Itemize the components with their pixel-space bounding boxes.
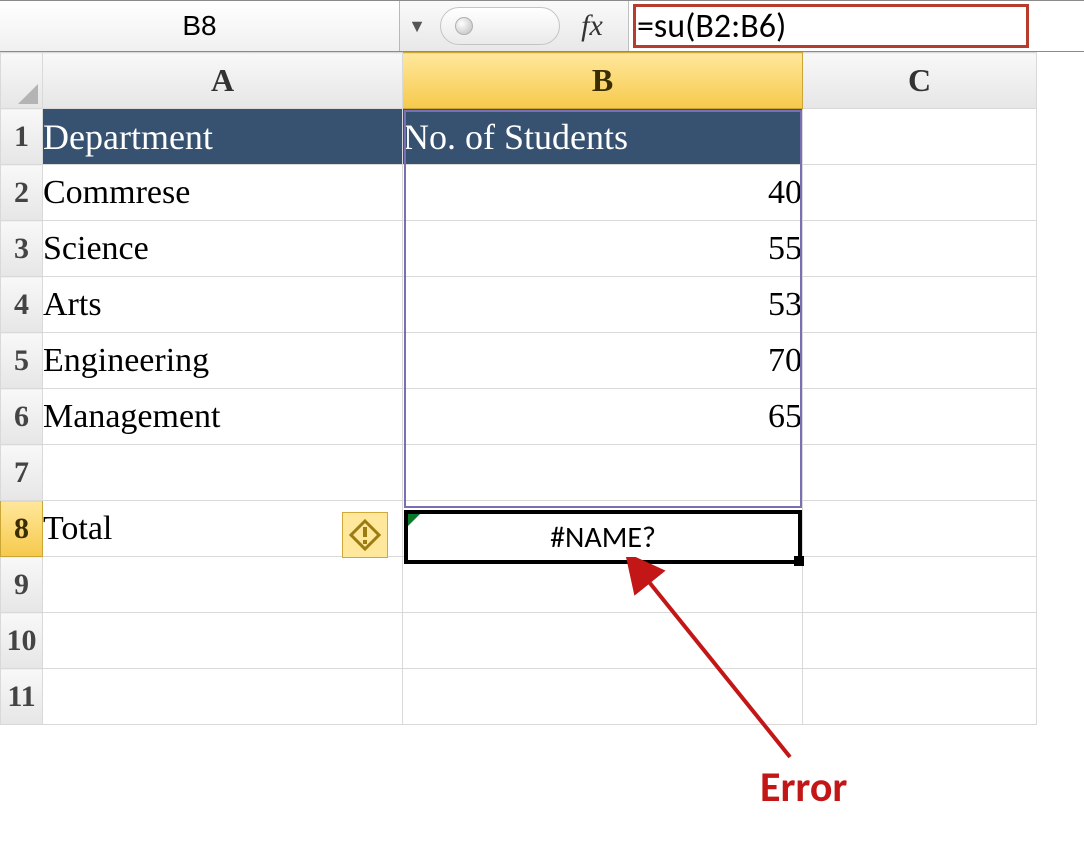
cell-A1[interactable]: Department [43,109,403,165]
annotation-label: Error [760,762,847,813]
spreadsheet-grid[interactable]: A B C 1 Department No. of Students 2 Com… [0,52,1037,725]
fx-icon[interactable]: fx [562,9,622,43]
cell-C8[interactable] [803,501,1037,557]
active-cell[interactable]: #NAME? [404,510,802,564]
row-header-10[interactable]: 10 [1,613,43,669]
cell-A9[interactable] [43,557,403,613]
cell-A4[interactable]: Arts [43,277,403,333]
cell-B5[interactable]: 70 [403,333,803,389]
row-header-2[interactable]: 2 [1,165,43,221]
formula-buttons: fx [434,1,628,51]
cell-A2[interactable]: Commrese [43,165,403,221]
cell-C1[interactable] [803,109,1037,165]
row-header-11[interactable]: 11 [1,669,43,725]
cell-A11[interactable] [43,669,403,725]
active-cell-value: #NAME? [550,519,656,556]
row-header-5[interactable]: 5 [1,333,43,389]
cell-C6[interactable] [803,389,1037,445]
cell-A7[interactable] [43,445,403,501]
row-header-9[interactable]: 9 [1,557,43,613]
cell-B2[interactable]: 40 [403,165,803,221]
cell-A3[interactable]: Science [43,221,403,277]
cell-B11[interactable] [403,669,803,725]
warning-icon [348,518,382,552]
select-all-corner[interactable] [1,53,43,109]
cell-A10[interactable] [43,613,403,669]
cell-B3[interactable]: 55 [403,221,803,277]
cell-C10[interactable] [803,613,1037,669]
cell-C4[interactable] [803,277,1037,333]
formula-text: =su(B2:B6) [637,6,786,47]
cell-C9[interactable] [803,557,1037,613]
cell-B1[interactable]: No. of Students [403,109,803,165]
row-header-7[interactable]: 7 [1,445,43,501]
row-header-1[interactable]: 1 [1,109,43,165]
cell-C3[interactable] [803,221,1037,277]
col-header-C[interactable]: C [803,53,1037,109]
name-box-value: B8 [182,10,216,42]
insert-function-pill[interactable] [440,7,560,45]
cell-B7[interactable] [403,445,803,501]
cell-A6[interactable]: Management [43,389,403,445]
cell-C5[interactable] [803,333,1037,389]
col-header-A[interactable]: A [43,53,403,109]
error-smart-tag[interactable] [342,512,388,558]
cell-C2[interactable] [803,165,1037,221]
row-header-8[interactable]: 8 [1,501,43,557]
row-header-4[interactable]: 4 [1,277,43,333]
cancel-icon [455,17,473,35]
name-box-dropdown-icon[interactable]: ▼ [400,16,434,37]
col-header-B[interactable]: B [403,53,803,109]
cell-C11[interactable] [803,669,1037,725]
fill-handle[interactable] [794,556,804,566]
name-box[interactable]: B8 [0,1,400,51]
cell-B6[interactable]: 65 [403,389,803,445]
cell-B9[interactable] [403,557,803,613]
cell-A5[interactable]: Engineering [43,333,403,389]
formula-input[interactable]: =su(B2:B6) [628,1,1084,51]
formula-bar: B8 ▼ fx =su(B2:B6) [0,0,1084,52]
cell-B10[interactable] [403,613,803,669]
cell-C7[interactable] [803,445,1037,501]
row-header-3[interactable]: 3 [1,221,43,277]
cell-B4[interactable]: 53 [403,277,803,333]
row-header-6[interactable]: 6 [1,389,43,445]
